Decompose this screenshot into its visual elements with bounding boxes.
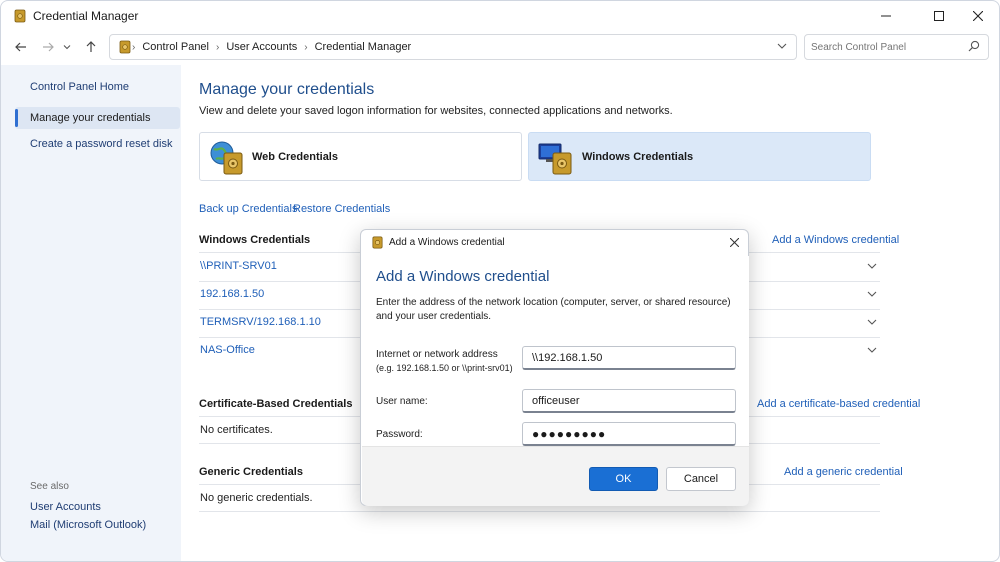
breadcrumb-control-panel[interactable]: Control Panel	[142, 41, 209, 53]
sidebar-item-control-panel-home[interactable]: Control Panel Home	[30, 81, 129, 93]
computer-vault-icon	[538, 143, 572, 175]
network-address-input[interactable]	[522, 346, 736, 370]
close-button[interactable]	[955, 1, 999, 31]
breadcrumb-separator-icon: ›	[216, 41, 220, 53]
arrow-up-icon	[86, 41, 96, 52]
chevron-down-icon	[867, 263, 877, 269]
sidebar-item-password-reset-disk[interactable]: Create a password reset disk	[30, 138, 172, 150]
breadcrumb-credential-manager[interactable]: Credential Manager	[315, 41, 412, 53]
page-description: View and delete your saved logon informa…	[199, 105, 673, 117]
address-hint: (e.g. 192.168.1.50 or \\print-srv01)	[376, 363, 513, 373]
credential-vault-icon	[119, 40, 131, 54]
credential-vault-icon	[372, 236, 383, 249]
chevron-down-icon	[867, 319, 877, 325]
dialog-footer: OK Cancel	[362, 446, 749, 506]
add-windows-credential-dialog: Add a Windows credential Add a Windows c…	[360, 229, 749, 506]
dialog-body: Add a Windows credential Enter the addre…	[362, 256, 749, 446]
add-windows-credential-link[interactable]: Add a Windows credential	[772, 234, 899, 246]
username-input[interactable]	[522, 389, 736, 413]
sidebar-item-label: Manage your credentials	[30, 112, 151, 124]
address-bar[interactable]: › Control Panel › User Accounts › Creden…	[109, 34, 797, 60]
breadcrumb: › Control Panel › User Accounts › Creden…	[132, 41, 412, 53]
window-title: Credential Manager	[33, 9, 139, 23]
minimize-button[interactable]	[863, 1, 909, 31]
search-icon	[968, 40, 980, 52]
dialog-title: Add a Windows credential	[389, 237, 505, 248]
windows-credentials-label: Windows Credentials	[582, 151, 694, 163]
dialog-description: Enter the address of the network locatio…	[376, 297, 731, 322]
see-also-mail[interactable]: Mail (Microsoft Outlook)	[30, 519, 146, 531]
divider	[199, 511, 880, 512]
credential-name: TERMSRV/192.168.1.10	[200, 316, 321, 328]
ok-button[interactable]: OK	[589, 467, 658, 491]
breadcrumb-separator-icon: ›	[132, 41, 136, 53]
maximize-icon	[934, 11, 944, 21]
close-icon	[729, 237, 739, 247]
globe-vault-icon	[210, 141, 243, 175]
sidebar-item-manage-credentials[interactable]: Manage your credentials	[15, 107, 180, 129]
web-credentials-tab[interactable]: Web Credentials	[199, 132, 522, 181]
add-certificate-credential-link[interactable]: Add a certificate-based credential	[757, 398, 920, 410]
recent-locations-button[interactable]	[59, 37, 75, 57]
no-generic-credentials-text: No generic credentials.	[200, 492, 313, 504]
up-button[interactable]	[80, 37, 102, 57]
chevron-down-icon	[777, 43, 787, 49]
search-button[interactable]	[968, 40, 980, 55]
arrow-left-icon	[15, 42, 26, 52]
no-certificates-text: No certificates.	[200, 424, 273, 436]
back-up-credentials-link[interactable]: Back up Credentials	[199, 203, 297, 215]
sidebar: Control Panel Home Manage your credentia…	[1, 65, 181, 561]
dialog-close-button[interactable]	[726, 234, 742, 250]
credential-name: 192.168.1.50	[200, 288, 265, 300]
search-input[interactable]	[811, 39, 961, 55]
windows-credentials-heading: Windows Credentials	[199, 234, 311, 246]
address-label: Internet or network address	[376, 349, 498, 360]
back-button[interactable]	[10, 37, 32, 57]
chevron-down-icon	[867, 291, 877, 297]
credential-name: NAS-Office	[200, 344, 255, 356]
close-icon	[973, 11, 983, 21]
username-label: User name:	[376, 396, 428, 407]
credential-name: \\PRINT-SRV01	[200, 260, 277, 272]
chevron-down-icon	[63, 45, 71, 50]
credential-vault-icon	[14, 9, 26, 23]
credential-manager-window: Credential Manager › Control Panel › Use…	[0, 0, 1000, 562]
add-generic-credential-link[interactable]: Add a generic credential	[784, 466, 903, 478]
address-dropdown-button[interactable]	[776, 40, 788, 55]
windows-credentials-tab[interactable]: Windows Credentials	[528, 132, 871, 181]
certificate-credentials-heading: Certificate-Based Credentials	[199, 398, 353, 410]
title-bar: Credential Manager	[1, 1, 999, 31]
page-title: Manage your credentials	[199, 81, 375, 98]
arrow-right-icon	[43, 42, 54, 52]
restore-credentials-link[interactable]: Restore Credentials	[293, 203, 390, 215]
chevron-down-icon	[867, 347, 877, 353]
forward-button[interactable]	[37, 37, 59, 57]
minimize-icon	[881, 15, 891, 17]
see-also-heading: See also	[30, 481, 69, 492]
breadcrumb-user-accounts[interactable]: User Accounts	[226, 41, 297, 53]
dialog-heading: Add a Windows credential	[376, 268, 550, 285]
breadcrumb-separator-icon: ›	[304, 41, 308, 53]
password-label: Password:	[376, 429, 423, 440]
generic-credentials-heading: Generic Credentials	[199, 466, 303, 478]
web-credentials-label: Web Credentials	[252, 151, 338, 163]
search-box	[804, 34, 989, 60]
see-also-user-accounts[interactable]: User Accounts	[30, 501, 101, 513]
selection-indicator	[15, 109, 18, 127]
cancel-button[interactable]: Cancel	[666, 467, 736, 491]
password-input[interactable]: ●●●●●●●●●	[522, 422, 736, 446]
navigation-bar: › Control Panel › User Accounts › Creden…	[1, 31, 999, 63]
